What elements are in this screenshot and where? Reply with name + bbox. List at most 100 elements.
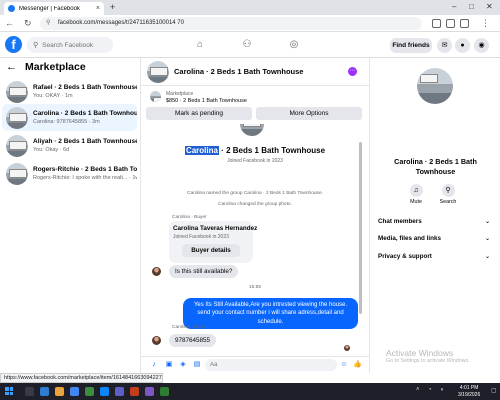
messenger-icon[interactable]: ✉ — [437, 38, 452, 53]
task-view-icon[interactable] — [40, 387, 49, 396]
like-icon[interactable]: 👍 — [353, 361, 362, 369]
clock-time: 4:01 PM — [459, 385, 479, 391]
conversation-preview: You: Okay · 6d — [33, 147, 70, 153]
thread-title-rest: · 2 Beds 1 Bath Townhouse — [218, 146, 326, 155]
listing-thumbnail — [6, 106, 28, 129]
close-tab-icon[interactable]: × — [96, 5, 100, 12]
back-arrow-icon[interactable]: ← — [6, 61, 17, 73]
privacy-support-row[interactable]: Privacy & support ⌄ — [378, 253, 494, 260]
close-window-icon[interactable]: ✕ — [486, 2, 493, 11]
windows-start-icon[interactable] — [5, 387, 13, 395]
profile-icon[interactable] — [460, 19, 469, 28]
conversation-item[interactable]: Aliyah · 2 Beds 1 Bath Townhouse You: Ok… — [2, 132, 137, 159]
gif-icon[interactable]: ▤ — [193, 361, 201, 369]
url-text: facebook.com/messages/t/24711635100014 7… — [58, 20, 184, 26]
facebook-logo-icon[interactable]: f — [5, 36, 22, 53]
volume-icon[interactable]: ◖ — [440, 387, 444, 393]
mark-as-pending-button[interactable]: Mark as pending — [146, 107, 252, 120]
buyer-avatar[interactable] — [152, 267, 161, 276]
image-icon[interactable]: ▣ — [165, 361, 173, 369]
chevron-down-icon: ⌄ — [484, 254, 490, 260]
teams-icon[interactable] — [115, 387, 124, 396]
app-icon[interactable] — [85, 387, 94, 396]
chevron-down-icon: ⌄ — [484, 236, 490, 242]
joined-text: Joined Facebook in 2023 — [227, 158, 283, 164]
outgoing-message: Yes Its Still Available,Are you intreste… — [183, 298, 358, 330]
listing-mini-thumbnail — [150, 91, 161, 102]
chat-header: Carolina · 2 Beds 1 Bath Townhouse ⋯ — [141, 58, 369, 86]
activate-windows-watermark: Activate Windows Go to Settings to activ… — [386, 348, 470, 364]
conversation-item-active[interactable]: Carolina · 2 Beds 1 Bath Townhouse Carol… — [2, 104, 137, 131]
back-icon[interactable]: ← — [5, 18, 14, 28]
file-explorer-icon[interactable] — [55, 387, 64, 396]
message-input[interactable] — [205, 359, 337, 371]
watermark-subtitle: Go to Settings to activate Windows. — [386, 358, 470, 364]
incoming-message: Is this still available? — [169, 265, 239, 278]
buyer-avatar[interactable] — [152, 336, 161, 345]
conversation-name: Aliyah · 2 Beds 1 Bath Townhouse — [33, 138, 137, 145]
conversation-preview: Rogers-Ritchie: I spoke with the realt..… — [33, 175, 137, 181]
mute-button[interactable]: ♫ Mute — [401, 184, 431, 205]
media-files-links-row[interactable]: Media, files and links ⌄ — [378, 235, 494, 242]
taskbar-clock[interactable]: 4:01 PM 3/19/2026 — [458, 385, 480, 398]
more-options-button[interactable]: More Options — [256, 107, 362, 120]
emoji-icon[interactable]: ☺ — [340, 361, 348, 369]
chat-scrollbar[interactable] — [359, 142, 362, 314]
section-label: Media, files and links — [378, 235, 441, 242]
microphone-icon[interactable]: ♪ — [150, 361, 158, 369]
site-info-icon[interactable]: ⚲ — [46, 17, 50, 30]
browser-tabbar: Messenger | Facebook × + – □ ✕ — [0, 0, 500, 15]
edge-icon[interactable] — [100, 387, 109, 396]
conversation-item[interactable]: Rogers-Ritchie · 2 Beds 1 Bath Towho... … — [2, 160, 137, 187]
groups-icon[interactable]: ◎ — [287, 38, 301, 52]
facebook-search[interactable]: ⚲ — [27, 37, 113, 53]
find-friends-button[interactable]: Find friends — [390, 38, 432, 53]
install-app-icon[interactable] — [432, 19, 441, 28]
bookmark-icon[interactable] — [446, 19, 455, 28]
search-input[interactable] — [42, 41, 113, 49]
app-icon[interactable] — [145, 387, 154, 396]
chat-title[interactable]: Carolina · 2 Beds 1 Bath Townhouse — [174, 67, 303, 76]
chat-thumbnail[interactable] — [147, 61, 169, 83]
search-taskbar-icon[interactable] — [25, 387, 34, 396]
network-icon[interactable]: ◔ — [428, 387, 432, 393]
sender-label: Carolina · Buyer — [172, 215, 207, 220]
listing-label: Marketplace — [166, 91, 194, 97]
browser-tab[interactable]: Messenger | Facebook × — [4, 2, 104, 15]
chat-panel: Carolina · 2 Beds 1 Bath Townhouse ⋯ Mar… — [141, 58, 369, 373]
buyer-joined: Joined Facebook in 2023 — [173, 234, 229, 240]
maximize-icon[interactable]: □ — [469, 2, 474, 11]
tray-chevron-icon[interactable]: ˄ — [416, 387, 420, 393]
conversation-item[interactable]: Rafael · 2 Beds 1 Bath Townhouse You: OK… — [2, 78, 137, 105]
details-photo[interactable] — [417, 68, 453, 104]
listing-thumbnail — [6, 162, 28, 185]
marketplace-header: ← Marketplace — [6, 61, 86, 73]
chat-members-row[interactable]: Chat members ⌄ — [378, 218, 494, 225]
listing-price: $850 · 2 Beds 1 Bath Townhouse — [166, 98, 247, 104]
buyer-details-button[interactable]: Buyer details — [182, 244, 240, 257]
minimize-icon[interactable]: – — [452, 2, 456, 11]
bell-icon: ♫ — [409, 184, 423, 197]
browser-menu-icon[interactable]: ⋮ — [481, 18, 490, 29]
system-message: Carolina named the group Carolina · 2 Be… — [187, 191, 323, 196]
facebook-header: f ⚲ ⌂ ⚇ ◎ Find friends ✉ ● ◉ — [0, 32, 500, 58]
group-photo — [240, 124, 264, 136]
chat-info-icon[interactable]: ⋯ — [348, 67, 357, 76]
app-icon[interactable] — [160, 387, 169, 396]
details-name-line1: Carolina · 2 Beds 1 Bath — [394, 157, 477, 166]
chrome-icon[interactable] — [70, 387, 79, 396]
notifications-icon[interactable]: ● — [455, 38, 470, 53]
thread-title: Carolina · 2 Beds 1 Bath Townhouse — [141, 146, 369, 155]
office-icon[interactable] — [130, 387, 139, 396]
search-conversation-button[interactable]: ⚲ Search — [433, 184, 463, 205]
home-icon[interactable]: ⌂ — [193, 38, 207, 52]
account-avatar[interactable]: ◉ — [474, 38, 489, 53]
listing-thumbnail — [6, 80, 28, 103]
notifications-tray-icon[interactable]: ▢ — [491, 387, 497, 394]
url-field[interactable]: ⚲ facebook.com/messages/t/24711635100014… — [40, 17, 422, 30]
marketplace-title: Marketplace — [25, 61, 86, 73]
friends-icon[interactable]: ⚇ — [240, 38, 254, 52]
sticker-icon[interactable]: ◈ — [179, 361, 187, 369]
new-tab-button[interactable]: + — [110, 2, 115, 12]
reload-icon[interactable]: ↻ — [24, 18, 32, 29]
